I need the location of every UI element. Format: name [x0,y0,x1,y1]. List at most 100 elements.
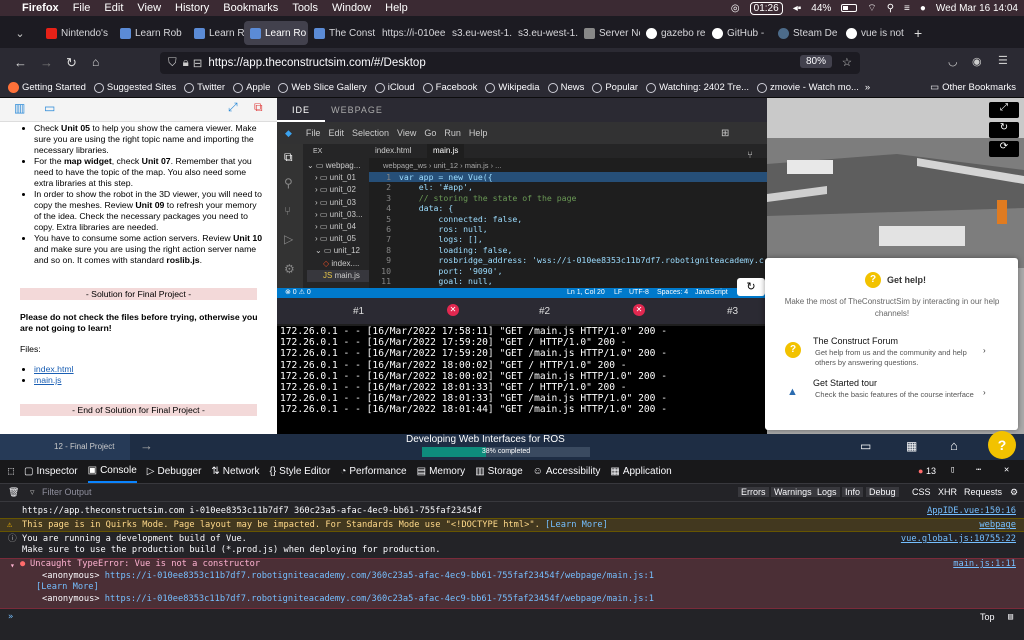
new-tab-icon[interactable]: + [914,25,922,41]
other-bookmarks[interactable]: ▭ Other Bookmarks [930,82,1016,93]
prev-unit-label[interactable]: 12 - Final Project [54,442,114,451]
tab-webpage[interactable]: WEBPAGE [327,98,387,122]
devtools-tab-accessibility[interactable]: ☺ Accessibility [533,466,601,477]
open-changes-icon[interactable]: ⊞ [721,128,729,139]
bookmark-item[interactable]: Web Slice Gallery [278,82,367,93]
trash-icon[interactable]: 🗑︎ [8,487,19,498]
zoom-badge[interactable]: 80% [799,55,832,68]
devtools-tab-performance[interactable]: ◔ Performance [340,466,406,477]
grid-icon[interactable]: ▦ [906,439,917,453]
close-terminal-icon[interactable]: ✕ [447,304,459,316]
bookmark-item[interactable]: Twitter [184,82,225,93]
breadcrumb-item[interactable]: ... [495,161,501,170]
close-terminal-icon[interactable]: ✕ [633,304,645,316]
frame-link[interactable]: https://i-010ee8353c11b7df7.robotignitea… [105,571,654,581]
context-selector[interactable]: Top [980,612,995,622]
browser-tab[interactable]: s3.eu-west-1. [446,21,512,45]
code-line[interactable]: 1 var app = new Vue({ [369,172,767,183]
shield-icon[interactable]: ⛉ [168,57,177,70]
bookmark-item[interactable]: iCloud [374,82,415,93]
tree-item[interactable]: ⌄ ▭ webpag... [307,160,369,172]
browser-tab[interactable]: vue is not [840,21,906,45]
browser-tab[interactable]: Learn Rob [188,21,244,45]
reset-view-button[interactable]: ⟳ [989,141,1019,157]
browser-tab[interactable]: The Const [308,21,376,45]
bookmark-item[interactable]: zmovie - Watch mo... [757,82,859,93]
source-control-icon[interactable]: ⑂ [284,204,291,218]
browser-tab[interactable]: GitHub - [706,21,772,45]
browser-tab[interactable]: https://i-010ee [376,21,446,45]
vs-menu-run[interactable]: Run [444,128,461,138]
tree-item[interactable]: › ▭ unit_03 [307,197,369,209]
forward-icon[interactable]: → [40,55,53,70]
filter-errors[interactable]: Errors [738,487,769,497]
filter-info[interactable]: Info [842,487,864,497]
home-icon[interactable]: ⌂ [92,55,99,69]
code-line[interactable]: 10 port: '9090', [369,266,767,276]
settings-gear-icon[interactable]: ⚙ [284,262,295,276]
terminal-tab-2[interactable]: #2 [539,306,550,317]
clock[interactable]: Wed Mar 16 14:04 [936,3,1018,14]
pick-element-icon[interactable]: ⬚ [8,466,14,477]
breadcrumb-item[interactable]: unit_12 [433,161,458,170]
encoding-status[interactable]: UTF-8 [629,288,649,298]
fullscreen-button[interactable]: ⤢ [989,102,1019,118]
menu-edit[interactable]: Edit [104,2,123,14]
learn-more-link[interactable]: [Learn More] [545,520,608,530]
bookmark-item[interactable]: Wikipedia [485,82,540,93]
devtools-tab-application[interactable]: ▦ Application [610,466,671,477]
responsive-icon[interactable]: ▯ [950,465,955,475]
browser-tab-active[interactable]: Learn Ro✕ [244,21,308,45]
next-arrow-icon[interactable]: → [140,438,153,453]
browser-tab[interactable]: Learn Rob [114,21,188,45]
code-area[interactable]: 1 var app = new Vue({2 el: '#app', 3 // st… [369,172,767,286]
detach-icon[interactable]: ⧉ [254,101,263,113]
menu-history[interactable]: History [175,2,209,14]
terminal-output[interactable]: 172.26.0.1 - - [16/Mar/2022 17:58:11] "G… [277,326,767,434]
file-link-index[interactable]: index.html [34,364,74,374]
filter-warnings[interactable]: Warnings [771,487,815,497]
indent-status[interactable]: Spaces: 4 [657,288,688,298]
editor-tab-main[interactable]: main.js [427,144,465,158]
vs-menu-edit[interactable]: Edit [328,128,344,138]
timer-badge[interactable]: 01:26 [749,1,783,15]
tree-item[interactable]: ⌄ ▭ unit_12 [307,245,369,257]
search-icon[interactable]: ⚲ [284,176,293,190]
bookmark-item[interactable]: Facebook [422,82,477,93]
browser-tab[interactable]: Nintendo's [40,21,114,45]
vs-menu-view[interactable]: View [397,128,416,138]
control-center-icon[interactable]: ≡ [904,3,910,14]
explorer-icon[interactable]: ⧉ [284,150,293,165]
vs-menu-file[interactable]: File [306,128,321,138]
language-status[interactable]: JavaScript [695,288,728,298]
message-source-link[interactable]: webpage [979,519,1016,531]
bookmark-item[interactable]: Suggested Sites [93,82,176,93]
filter-css[interactable]: CSS [912,487,931,497]
close-devtools-icon[interactable]: ✕ [1004,465,1009,475]
expand-icon[interactable]: ⤢ [228,101,238,113]
filter-debug[interactable]: Debug [866,487,899,497]
home-icon[interactable]: ⌂ [950,438,958,453]
tree-item[interactable]: › ▭ unit_01 [307,172,369,184]
chevron-down-icon[interactable]: ▾ [10,560,15,572]
filter-requests[interactable]: Requests [964,487,1002,497]
devtools-tab-inspector[interactable]: ▢ Inspector [24,466,78,477]
tree-item[interactable]: › ▭ unit_04 [307,221,369,233]
filter-output-input[interactable]: Filter Output [42,487,92,497]
code-line[interactable]: 7 logs: [], [369,234,767,244]
search-icon[interactable]: ⚲ [887,3,894,14]
bookmark-item[interactable]: Popular [592,82,638,93]
wifi-icon[interactable]: ⌔ [867,2,876,15]
menu-view[interactable]: View [137,2,161,14]
book-icon[interactable]: ▥ [14,102,25,114]
menu-file[interactable]: File [73,2,91,14]
run-icon[interactable]: ▷ [284,232,293,246]
bookmark-item[interactable]: News [547,82,584,93]
url-bar[interactable]: ⛉ 🔒︎ ⊟ https://app.theconstructsim.com/#… [160,52,860,74]
browser-tab[interactable]: gazebo re [640,21,706,45]
reload-icon[interactable]: ↻ [66,55,77,71]
console-input[interactable]: » Top ▤ [0,610,1024,640]
browser-tab[interactable]: Steam De [772,21,840,45]
devtools-tab-debugger[interactable]: ▷ Debugger [147,466,202,477]
terminal-tab-3[interactable]: #3 [727,306,738,317]
